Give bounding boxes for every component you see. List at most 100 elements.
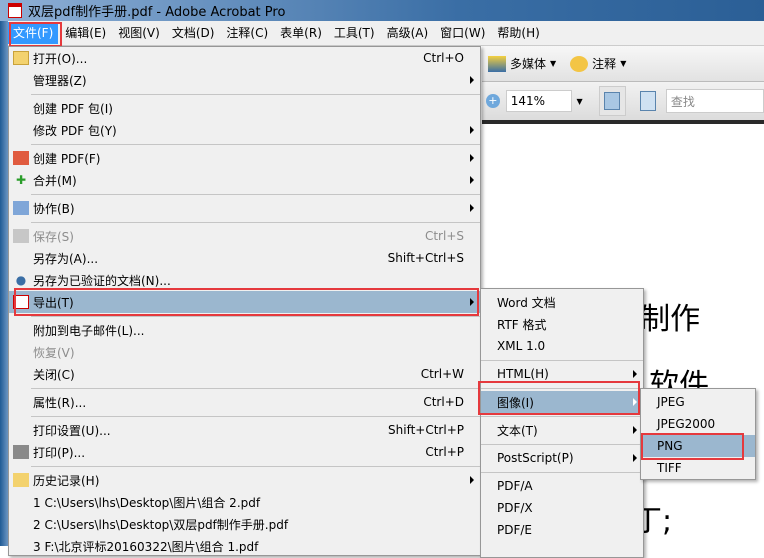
menu-edit[interactable]: 编辑(E) [60,22,111,44]
menu-item-attach-email[interactable]: 附加到电子邮件(L)... [9,319,480,341]
export-pdfa[interactable]: PDF/A [481,475,643,497]
recent-file[interactable]: 2 C:\Users\lhs\Desktop\双层pdf制作手册.pdf [9,513,480,535]
shortcut: Ctrl+W [420,367,464,381]
multimedia-button[interactable]: 多媒体 [510,55,546,72]
menu-forms[interactable]: 表单(R) [275,22,327,44]
menu-item-save-certified[interactable]: ● 另存为已验证的文档(N)... [9,269,480,291]
collaborate-icon [13,201,29,215]
export-pdfx[interactable]: PDF/X [481,497,643,519]
label: PNG [657,439,683,453]
label: 创建 PDF 包(I) [33,101,113,116]
shortcut: Ctrl+S [424,229,464,243]
label: RTF 格式 [497,317,547,332]
save-icon [13,229,29,243]
menu-view[interactable]: 视图(V) [113,22,165,44]
menu-window[interactable]: 窗口(W) [435,22,490,44]
export-submenu: Word 文档 RTF 格式 XML 1.0 HTML(H) 图像(I) 文本(… [480,288,644,558]
image-png[interactable]: PNG [641,435,755,457]
export-icon [13,295,29,309]
label: 另存为已验证的文档(N)... [33,273,171,288]
shortcut: Shift+Ctrl+S [387,251,464,265]
menu-item-modify-package[interactable]: 修改 PDF 包(Y) [9,119,480,141]
export-text[interactable]: 文本(T) [481,419,643,441]
find-input[interactable]: 查找 [665,89,764,113]
menu-tools[interactable]: 工具(T) [329,22,380,44]
menu-item-save-as[interactable]: 另存为(A)... Shift+Ctrl+S [9,247,480,269]
menu-item-print-setup[interactable]: 打印设置(U)... Shift+Ctrl+P [9,419,480,441]
label: 保存(S) [33,229,74,244]
label: 创建 PDF(F) [33,151,101,166]
label: 历史记录(H) [33,473,100,488]
label: 关闭(C) [33,367,75,382]
submenu-arrow-icon [470,204,474,212]
label: 2 C:\Users\lhs\Desktop\双层pdf制作手册.pdf [33,517,289,532]
certificate-icon: ● [15,273,27,287]
menu-document[interactable]: 文档(D) [167,22,220,44]
label: 打印(P)... [33,445,86,460]
image-tiff[interactable]: TIFF [641,457,755,479]
label: PDF/X [497,501,533,515]
menu-help[interactable]: 帮助(H) [492,22,544,44]
menu-item-organizer[interactable]: 管理器(Z) [9,69,480,91]
label: 图像(I) [497,395,534,410]
menu-item-create-pdf[interactable]: 创建 PDF(F) [9,147,480,169]
export-word[interactable]: Word 文档 [481,291,643,313]
printer-icon [13,445,29,459]
menu-bar: 文件(F) 编辑(E) 视图(V) 文档(D) 注释(C) 表单(R) 工具(T… [8,21,764,46]
submenu-arrow-icon [470,476,474,484]
menu-item-close[interactable]: 关闭(C) Ctrl+W [9,363,480,385]
shortcut: Ctrl+P [425,445,464,459]
history-icon [13,473,29,487]
menu-item-export[interactable]: 导出(T) [9,291,480,313]
submenu-arrow-icon [470,76,474,84]
menu-item-properties[interactable]: 属性(R)... Ctrl+D [9,391,480,413]
label: 恢复(V) [33,345,75,360]
image-jpeg[interactable]: JPEG [641,391,755,413]
menu-item-open[interactable]: 打开(O)... Ctrl+O [9,47,480,69]
label: 合并(M) [33,173,77,188]
submenu-arrow-icon [633,426,637,434]
export-pdfe[interactable]: PDF/E [481,519,643,541]
menu-advanced[interactable]: 高级(A) [382,22,434,44]
export-rtf[interactable]: RTF 格式 [481,313,643,335]
menu-item-history[interactable]: 历史记录(H) [9,469,480,491]
menu-item-combine[interactable]: ✚ 合并(M) [9,169,480,191]
label: 属性(R)... [33,395,87,410]
submenu-arrow-icon [470,176,474,184]
export-html[interactable]: HTML(H) [481,363,643,385]
label: 协作(B) [33,201,75,216]
window-frame [0,21,8,546]
label: TIFF [657,461,682,475]
menu-item-create-package[interactable]: 创建 PDF 包(I) [9,97,480,119]
export-postscript[interactable]: PostScript(P) [481,447,643,469]
export-image[interactable]: 图像(I) [481,391,643,413]
recent-file[interactable]: 3 F:\北京评标20160322\图片\组合 1.pdf [9,535,480,557]
shortcut: Ctrl+O [423,51,464,65]
label: 另存为(A)... [33,251,99,266]
image-jpeg2000[interactable]: JPEG2000 [641,413,755,435]
zoom-in-icon[interactable]: + [486,94,500,108]
submenu-arrow-icon [470,154,474,162]
shortcut: Shift+Ctrl+P [388,423,464,437]
zoom-input[interactable]: 141% [505,90,573,112]
menu-comments[interactable]: 注释(C) [221,22,273,44]
export-xml[interactable]: XML 1.0 [481,335,643,357]
label: 修改 PDF 包(Y) [33,123,117,138]
zoom-dropdown-icon[interactable]: ▼ [576,97,582,106]
create-pdf-icon [13,151,29,165]
fit-page-button[interactable] [640,91,656,111]
label: JPEG2000 [657,417,716,431]
recent-file[interactable]: 1 C:\Users\lhs\Desktop\图片\组合 2.pdf [9,491,480,513]
image-submenu: JPEG JPEG2000 PNG TIFF [640,388,756,480]
menu-file[interactable]: 文件(F) [8,22,59,44]
comment-button[interactable]: 注释 [592,55,616,72]
menu-item-collaborate[interactable]: 协作(B) [9,197,480,219]
zoom-value: 141% [510,94,546,108]
label: Word 文档 [497,295,556,310]
file-menu: 打开(O)... Ctrl+O 管理器(Z) 创建 PDF 包(I) 修改 PDF… [8,46,481,556]
label: 管理器(Z) [33,73,87,88]
menu-item-print[interactable]: 打印(P)... Ctrl+P [9,441,480,463]
fit-width-button[interactable] [598,86,627,116]
toolbar-view: + 141% ▼ 查找 [482,82,764,120]
label: 1 C:\Users\lhs\Desktop\图片\组合 2.pdf [33,495,261,510]
